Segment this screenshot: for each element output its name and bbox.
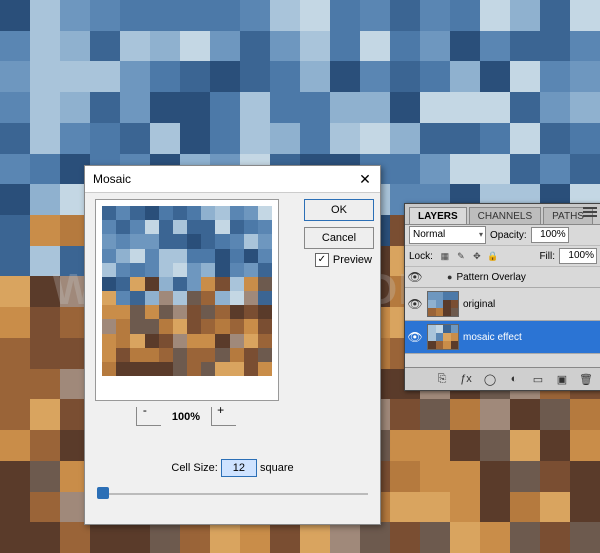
zoom-percent: 100% <box>172 411 200 423</box>
cell-size-label: Cell Size: <box>171 462 217 474</box>
effect-name: Pattern Overlay <box>456 272 599 283</box>
lock-all-icon[interactable]: 🔒 <box>487 250 499 262</box>
layer-name: original <box>463 299 599 310</box>
fill-field[interactable]: 100% <box>559 248 597 264</box>
layer-thumbnail <box>427 291 459 317</box>
lock-position-icon[interactable]: ✥ <box>471 250 483 262</box>
new-layer-icon[interactable]: ▣ <box>555 372 569 386</box>
cancel-button[interactable]: Cancel <box>304 227 374 249</box>
layer-mask-icon[interactable]: ◯ <box>483 372 497 386</box>
layers-panel: LAYERS CHANNELS PATHS Normal Opacity: 10… <box>404 203 600 391</box>
layer-thumbnail <box>427 324 459 350</box>
mosaic-dialog: Mosaic ✕ 100% OK Cancel ✓ Preview Cell S… <box>84 165 381 525</box>
blend-mode-select[interactable]: Normal <box>409 226 486 244</box>
slider-thumb[interactable] <box>97 487 109 499</box>
panel-menu-icon[interactable] <box>583 207 597 219</box>
adjustment-layer-icon[interactable]: ◐ <box>507 372 521 386</box>
fill-label: Fill: <box>539 251 555 262</box>
preview-checkbox[interactable]: ✓ <box>315 253 329 267</box>
layer-row-original[interactable]: 👁 original <box>405 288 600 321</box>
lock-label: Lock: <box>409 251 433 262</box>
trash-icon[interactable]: 🗑 <box>579 372 593 386</box>
filter-preview[interactable] <box>95 199 279 401</box>
lock-transparency-icon[interactable]: ▦ <box>439 250 451 262</box>
tab-channels[interactable]: CHANNELS <box>469 207 541 224</box>
cell-size-slider[interactable] <box>97 485 368 503</box>
cell-size-unit: square <box>260 462 294 474</box>
layer-name: mosaic effect <box>463 332 599 343</box>
lock-pixels-icon[interactable]: ✎ <box>455 250 467 262</box>
layer-effect-row[interactable]: 👁 ● Pattern Overlay <box>405 267 600 288</box>
close-icon[interactable]: ✕ <box>356 170 374 188</box>
cell-size-input[interactable] <box>221 459 257 477</box>
opacity-label: Opacity: <box>490 230 527 241</box>
tab-layers[interactable]: LAYERS <box>409 207 467 224</box>
zoom-in-button[interactable] <box>211 407 236 426</box>
layer-row-mosaic[interactable]: 👁 mosaic effect <box>405 321 600 354</box>
group-icon[interactable]: ▭ <box>531 372 545 386</box>
ok-button[interactable]: OK <box>304 199 374 221</box>
visibility-icon[interactable]: 👁 <box>407 270 423 284</box>
zoom-out-button[interactable] <box>136 407 161 426</box>
preview-label: Preview <box>333 254 372 266</box>
visibility-icon[interactable]: 👁 <box>407 297 423 311</box>
dialog-title: Mosaic <box>85 166 380 193</box>
link-layers-icon[interactable]: ⎘ <box>435 372 449 386</box>
layer-style-icon[interactable]: ƒx <box>459 372 473 386</box>
opacity-field[interactable]: 100% <box>531 227 569 243</box>
visibility-icon[interactable]: 👁 <box>407 330 423 344</box>
